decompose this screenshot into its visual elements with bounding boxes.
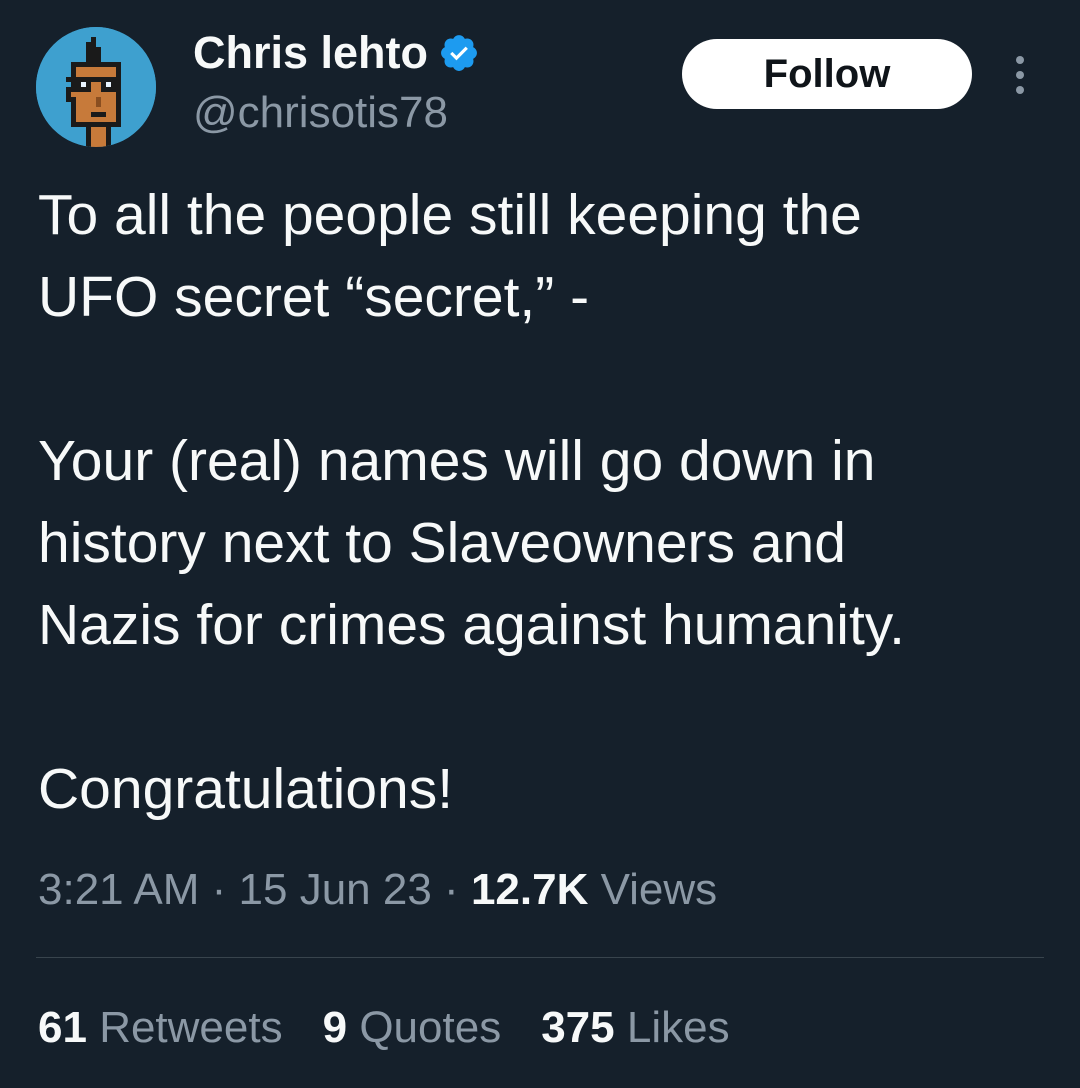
likes-stat[interactable]: 375 Likes [541,996,729,1060]
tweet-stats: 61 Retweets 9 Quotes 375 Likes [38,996,770,1060]
tweet-time[interactable]: 3:21 AM [38,865,199,914]
retweets-stat[interactable]: 61 Retweets [38,996,283,1060]
retweets-label: Retweets [99,1003,283,1052]
follow-button[interactable]: Follow [682,39,972,109]
author-name-row: Chris lehto [193,26,480,80]
quotes-stat[interactable]: 9 Quotes [323,996,502,1060]
likes-label: Likes [626,1003,730,1052]
tweet-date[interactable]: 15 Jun 23 [239,865,432,914]
quotes-count: 9 [322,1003,348,1052]
more-options-icon[interactable] [1008,52,1032,98]
tweet-detail: Chris lehto @chrisotis78 Follow To all t… [0,0,1080,1088]
views-label[interactable]: Views [601,865,718,914]
author-handle[interactable]: @chrisotis78 [193,86,448,140]
divider [36,957,1044,958]
meta-separator: · [431,865,471,914]
verified-badge-icon [438,32,480,74]
tweet-text: To all the people still keeping the UFO … [38,183,905,821]
meta-separator: · [199,865,239,914]
retweets-count: 61 [38,1003,87,1052]
likes-count: 375 [541,1003,615,1052]
author-display-name[interactable]: Chris lehto [193,26,428,80]
views-count[interactable]: 12.7K [471,865,588,914]
avatar[interactable] [36,27,156,147]
tweet-meta: 3:21 AM · 15 Jun 23 · 12.7K Views [38,858,717,922]
quotes-label: Quotes [359,1003,502,1052]
pixel-punk-avatar-icon [36,27,156,147]
